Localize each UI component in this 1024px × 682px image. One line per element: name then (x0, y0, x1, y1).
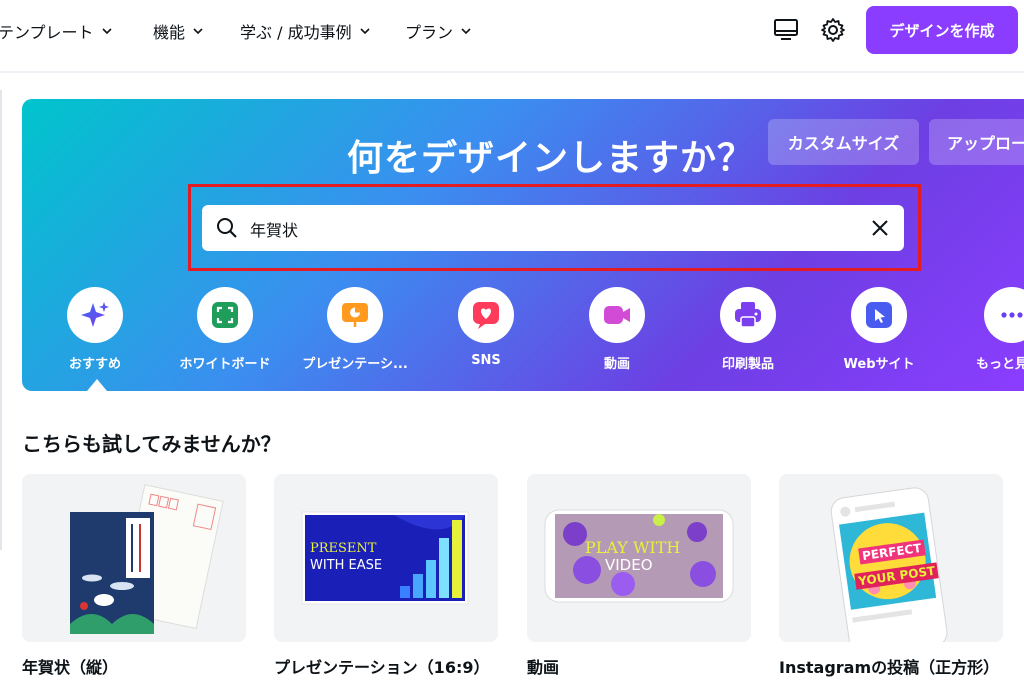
nengajo-thumbnail (70, 484, 224, 634)
nav-learn-label: 学ぶ / 成功事例 (240, 23, 352, 42)
presentation-thumbnail (301, 511, 469, 605)
card-label-video: 動画 (527, 658, 560, 677)
hero-title: 何をデザインしますか？ (347, 138, 755, 179)
cursor-icon (866, 302, 892, 328)
category-presentation[interactable]: プレゼンテーシ... (290, 287, 420, 372)
category-more[interactable]: もっと見 (944, 287, 1024, 372)
category-label: 動画 (603, 357, 630, 372)
nav-features-label: 機能 (153, 23, 186, 42)
hero-banner: 何をデザインしますか？ カスタムサイズ アップロー おすすめ (22, 99, 1024, 391)
whiteboard-icon (212, 302, 238, 328)
desktop-app-button[interactable] (770, 14, 802, 46)
presentation-headline-2: WITH EASE (310, 558, 383, 573)
category-website[interactable]: Webサイト (814, 287, 944, 372)
upload-button[interactable]: アップロー (929, 119, 1024, 165)
video-camera-icon (604, 306, 630, 324)
category-video[interactable]: 動画 (552, 287, 682, 372)
selected-category-pointer (87, 379, 107, 391)
video-headline-1: PLAY WITH (585, 538, 681, 557)
chevron-down-icon (360, 28, 370, 35)
chevron-down-icon (461, 28, 471, 35)
category-icon-circle (720, 287, 776, 343)
nav-templates[interactable]: テンプレート (0, 19, 114, 43)
category-icon-circle (458, 287, 514, 343)
nav-templates-label: テンプレート (0, 23, 94, 42)
custom-size-button[interactable]: カスタムサイズ (768, 119, 919, 165)
left-edge-divider (0, 90, 2, 550)
more-icon (1001, 312, 1023, 318)
suggestions-title: こちらも試してみませんか？ (22, 432, 281, 456)
nav-features[interactable]: 機能 (153, 19, 205, 43)
category-icon-circle (589, 287, 645, 343)
category-label: SNS (471, 353, 501, 368)
video-headline-2: VIDEO (605, 556, 653, 574)
search-icon (217, 218, 237, 238)
printer-icon (735, 302, 761, 328)
category-icon-circle (984, 287, 1024, 343)
category-label: Webサイト (843, 357, 915, 372)
chevron-down-icon (101, 28, 112, 35)
category-label: ホワイトボード (179, 357, 271, 372)
top-navigation: テンプレート 機能 学ぶ / 成功事例 プラン デザインを作成 (0, 0, 1024, 60)
suggestion-card-instagram[interactable]: PERFECT YOUR POST (779, 474, 1003, 642)
nav-plans-label: プラン (405, 23, 454, 42)
card-label-presentation: プレゼンテーション（16:9） (274, 658, 490, 677)
category-label: おすすめ (68, 357, 121, 372)
search-bar[interactable] (202, 205, 904, 251)
monitor-icon (774, 19, 798, 40)
suggestion-card-nengajo[interactable] (22, 474, 246, 642)
close-icon[interactable] (870, 218, 890, 238)
heart-icon (473, 302, 499, 329)
suggestion-card-presentation[interactable]: PRESENT WITH EASE (274, 474, 498, 642)
nav-learn[interactable]: 学ぶ / 成功事例 (240, 19, 372, 43)
category-label: 印刷製品 (721, 357, 774, 372)
card-label-nengajo: 年賀状（縦） (22, 658, 119, 677)
category-print[interactable]: 印刷製品 (683, 287, 813, 372)
nav-plans[interactable]: プラン (405, 19, 473, 43)
category-sns[interactable]: SNS (421, 287, 551, 368)
category-label: プレゼンテーシ... (302, 357, 408, 372)
category-icon-circle (67, 287, 123, 343)
suggestion-card-video[interactable]: PLAY WITH VIDEO (527, 474, 751, 642)
create-design-button[interactable]: デザインを作成 (866, 6, 1018, 54)
category-label: もっと見 (976, 357, 1024, 372)
settings-button[interactable] (817, 14, 849, 46)
sparkle-icon (81, 302, 109, 327)
category-whiteboard[interactable]: ホワイトボード (160, 287, 290, 372)
search-input[interactable] (248, 213, 852, 245)
category-icon-circle (197, 287, 253, 343)
category-icon-circle (851, 287, 907, 343)
gear-icon (821, 18, 845, 42)
card-label-instagram: Instagramの投稿（正方形） (779, 658, 1000, 677)
header-divider (0, 71, 1024, 73)
presentation-icon (342, 303, 368, 327)
category-recommended[interactable]: おすすめ (30, 287, 160, 372)
chevron-down-icon (193, 28, 203, 35)
category-icon-circle (327, 287, 383, 343)
presentation-headline-1: PRESENT (310, 541, 377, 556)
